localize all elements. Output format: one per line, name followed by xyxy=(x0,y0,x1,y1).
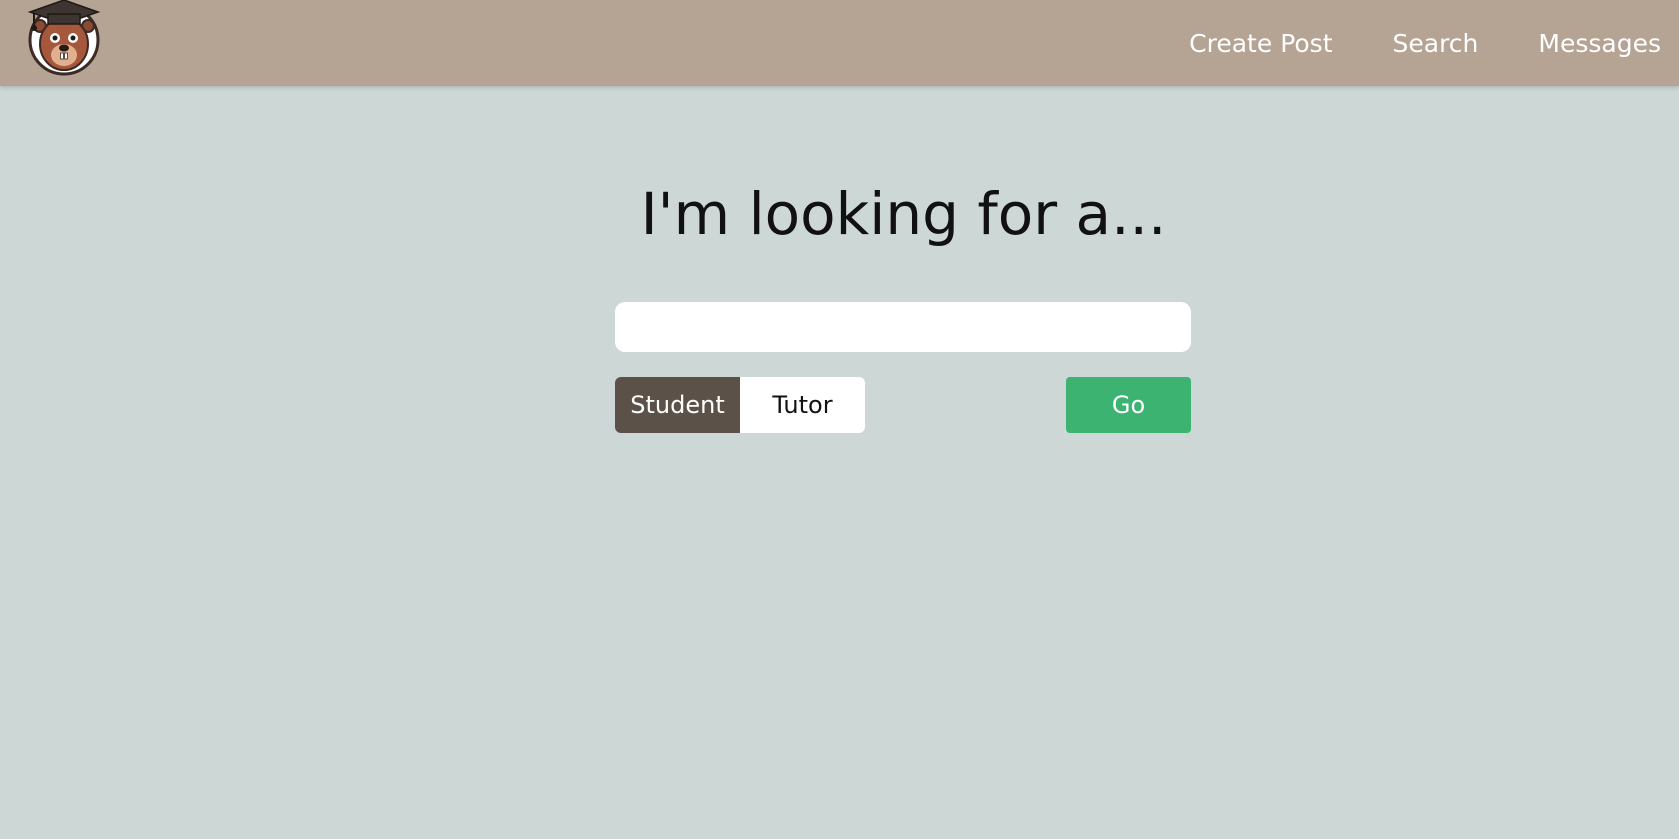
navbar: Create Post Search Messages xyxy=(0,0,1679,86)
search-input[interactable] xyxy=(615,302,1191,352)
nav-links: Create Post Search Messages xyxy=(1189,0,1661,86)
student-toggle-button[interactable]: Student xyxy=(615,377,740,433)
tutor-toggle-button[interactable]: Tutor xyxy=(740,377,865,433)
nav-messages-link[interactable]: Messages xyxy=(1538,29,1661,58)
nav-search-link[interactable]: Search xyxy=(1393,29,1479,58)
beaver-graduate-logo-icon[interactable] xyxy=(26,0,102,76)
go-button[interactable]: Go xyxy=(1066,377,1191,433)
page-heading: I'm looking for a... xyxy=(640,180,1167,248)
role-toggle: Student Tutor xyxy=(615,377,865,433)
nav-create-post-link[interactable]: Create Post xyxy=(1189,29,1332,58)
